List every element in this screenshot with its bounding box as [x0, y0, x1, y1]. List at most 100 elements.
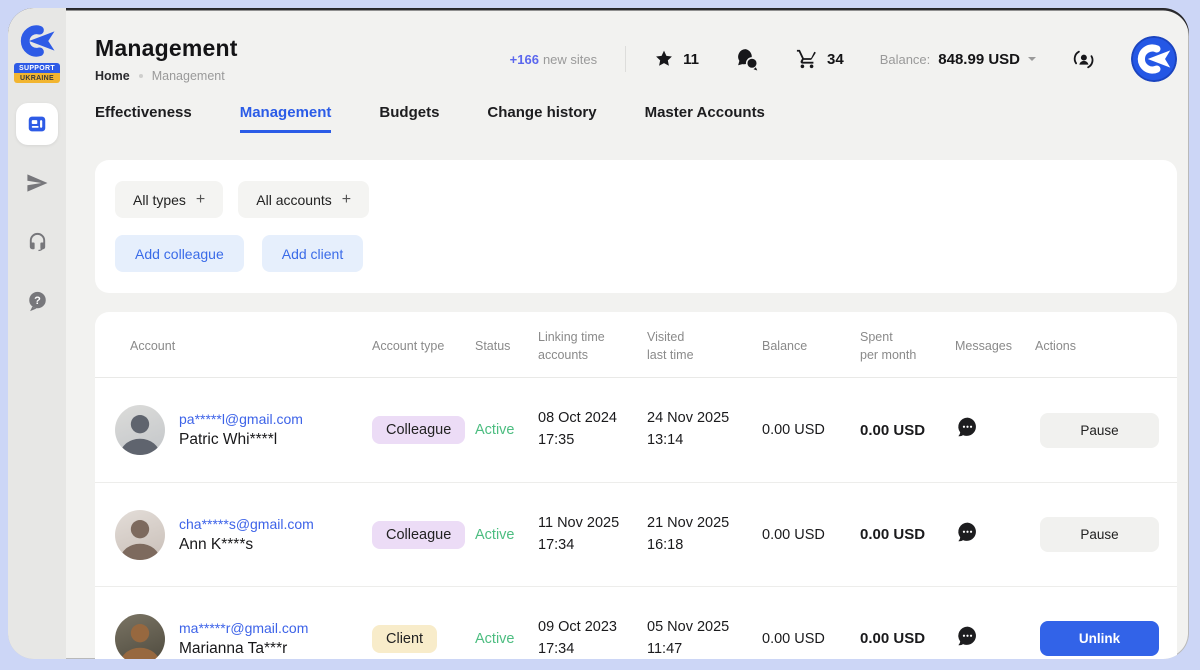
balance-label: Balance:: [880, 52, 931, 67]
tab-budgets[interactable]: Budgets: [379, 104, 439, 133]
plus-icon: +: [196, 191, 205, 209]
account-name: Patric Whi****l: [179, 431, 303, 449]
status-text: Active: [475, 422, 538, 438]
add-colleague-button[interactable]: Add colleague: [115, 235, 244, 272]
tab-bar: Effectiveness Management Budgets Change …: [95, 104, 1177, 133]
visited-date: 05 Nov 2025: [647, 617, 762, 639]
brand-logo-icon[interactable]: [17, 21, 57, 61]
account-name: Marianna Ta***r: [179, 640, 308, 658]
account-identity: ma*****r@gmail.com Marianna Ta***r: [179, 620, 308, 658]
cart-stat[interactable]: 34: [796, 48, 844, 70]
sidebar-item-help[interactable]: ?: [16, 280, 58, 322]
linked-time: 17:35: [538, 430, 647, 452]
column-header-status: Status: [475, 338, 538, 356]
table-row: cha*****s@gmail.com Ann K****s Colleague…: [95, 482, 1177, 586]
column-header-spent: Spentper month: [860, 329, 955, 364]
filter-all-types[interactable]: All types +: [115, 181, 223, 218]
tab-change-history[interactable]: Change history: [487, 104, 596, 133]
linked-date: 11 Nov 2025: [538, 513, 647, 535]
filter-all-accounts[interactable]: All accounts +: [238, 181, 369, 218]
account-name: Ann K****s: [179, 536, 314, 554]
table-body: pa*****l@gmail.com Patric Whi****l Colle…: [95, 378, 1177, 659]
visited-date: 24 Nov 2025: [647, 408, 762, 430]
column-header-account-type: Account type: [372, 338, 475, 356]
account-avatar[interactable]: [115, 405, 165, 455]
message-button[interactable]: [955, 624, 980, 649]
balance-cell: 0.00 USD: [762, 422, 860, 438]
account-avatar[interactable]: [115, 614, 165, 660]
svg-text:?: ?: [34, 294, 41, 306]
topbar: Management Home Management +166new sites…: [95, 30, 1177, 88]
support-ukraine-badge: SUPPORT UKRAINE: [14, 63, 60, 83]
paper-plane-icon: [25, 171, 49, 195]
messages-cell: [955, 520, 1035, 550]
tab-effectiveness[interactable]: Effectiveness: [95, 104, 192, 133]
message-bubble-icon: [955, 415, 980, 440]
balance-dropdown[interactable]: Balance: 848.99 USD: [880, 51, 1036, 68]
column-header-visited: Visitedlast time: [647, 329, 762, 364]
visited-time: 13:14: [647, 430, 762, 452]
balance-cell: 0.00 USD: [762, 527, 860, 543]
account-type-cell: Colleague: [372, 416, 475, 444]
page-title: Management: [95, 35, 238, 62]
column-header-balance: Balance: [762, 338, 860, 356]
account-email[interactable]: pa*****l@gmail.com: [179, 411, 303, 427]
topbar-divider: [625, 46, 626, 72]
column-header-linking-time: Linking timeaccounts: [538, 329, 647, 364]
breadcrumb-home[interactable]: Home: [95, 69, 130, 83]
add-client-button[interactable]: Add client: [262, 235, 363, 272]
action-button[interactable]: Pause: [1040, 517, 1159, 552]
message-bubble-icon: [955, 520, 980, 545]
table-row: pa*****l@gmail.com Patric Whi****l Colle…: [95, 378, 1177, 482]
linked-datetime: 08 Oct 2024 17:35: [538, 408, 647, 452]
status-text: Active: [475, 631, 538, 647]
balance-value: 848.99 USD: [938, 51, 1020, 68]
favorites-stat[interactable]: 11: [654, 49, 699, 69]
support-ukraine-top: SUPPORT: [14, 63, 60, 73]
account-cell: cha*****s@gmail.com Ann K****s: [115, 510, 372, 560]
visited-datetime: 21 Nov 2025 16:18: [647, 513, 762, 557]
sidebar: SUPPORT UKRAINE: [8, 8, 66, 659]
action-button[interactable]: Unlink: [1040, 621, 1159, 656]
message-button[interactable]: [955, 520, 980, 545]
tab-management[interactable]: Management: [240, 104, 332, 133]
profile-avatar[interactable]: [1131, 36, 1177, 82]
column-header-messages: Messages: [955, 338, 1035, 356]
new-sites-stat[interactable]: +166new sites: [510, 52, 598, 67]
action-button[interactable]: Pause: [1040, 413, 1159, 448]
tab-master-accounts[interactable]: Master Accounts: [645, 104, 765, 133]
visited-time: 11:47: [647, 639, 762, 660]
visited-date: 21 Nov 2025: [647, 513, 762, 535]
filter-all-accounts-label: All accounts: [256, 192, 331, 208]
account-email[interactable]: cha*****s@gmail.com: [179, 516, 314, 532]
support-ukraine-bottom: UKRAINE: [14, 73, 60, 83]
balance-cell: 0.00 USD: [762, 631, 860, 647]
news-icon: [26, 113, 48, 135]
favorites-count: 11: [683, 51, 699, 68]
breadcrumb-separator: [139, 74, 143, 78]
account-email[interactable]: ma*****r@gmail.com: [179, 620, 308, 636]
linked-date: 09 Oct 2023: [538, 617, 647, 639]
sidebar-item-accounts[interactable]: [16, 103, 58, 145]
actions-cell: Pause: [1035, 413, 1163, 448]
account-avatar[interactable]: [115, 510, 165, 560]
cart-icon: [796, 48, 818, 70]
status-text: Active: [475, 527, 538, 543]
accounts-table: Account Account type Status Linking time…: [95, 312, 1177, 659]
plus-icon: +: [342, 191, 351, 209]
table-row: ma*****r@gmail.com Marianna Ta***r Clien…: [95, 586, 1177, 659]
filter-chips: All types + All accounts +: [115, 181, 1157, 218]
visited-datetime: 24 Nov 2025 13:14: [647, 408, 762, 452]
account-type-cell: Client: [372, 625, 475, 653]
message-button[interactable]: [955, 415, 980, 440]
sidebar-item-telegram[interactable]: [16, 162, 58, 204]
linked-time: 17:34: [538, 639, 647, 660]
chats-button[interactable]: [735, 47, 760, 72]
voice-assist-button[interactable]: [1072, 48, 1095, 71]
account-cell: ma*****r@gmail.com Marianna Ta***r: [115, 614, 372, 660]
spent-cell: 0.00 USD: [860, 422, 955, 439]
account-type-cell: Colleague: [372, 521, 475, 549]
sidebar-item-support[interactable]: [16, 221, 58, 263]
topbar-stats: +166new sites 11: [510, 36, 1177, 82]
account-type-badge: Colleague: [372, 416, 465, 444]
